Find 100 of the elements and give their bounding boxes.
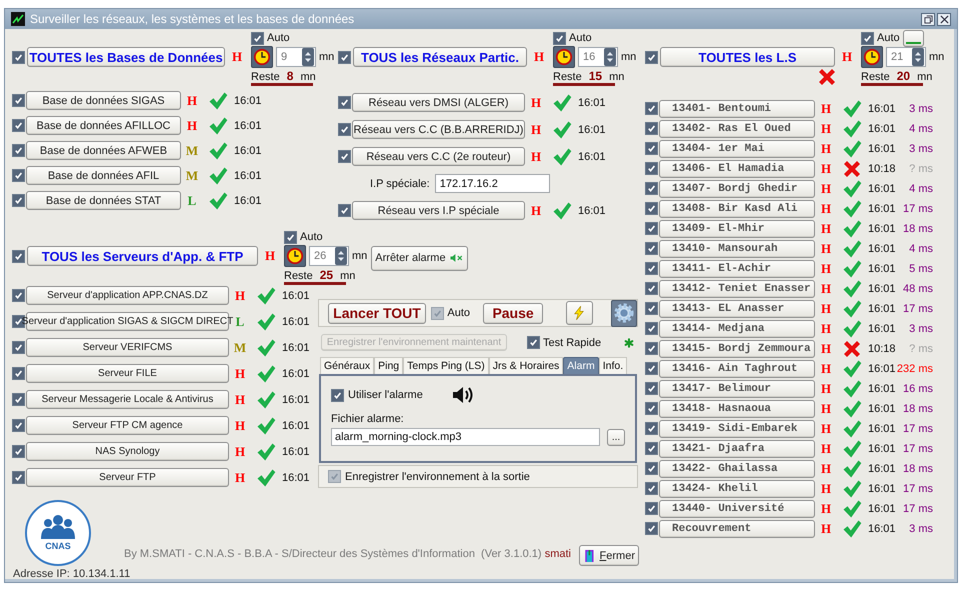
target-button[interactable]: 13418- Hasnaoua <box>659 400 815 418</box>
tab[interactable]: Info. <box>598 357 628 374</box>
checkbox[interactable] <box>12 50 25 64</box>
checkbox[interactable] <box>12 119 25 132</box>
lightning-button[interactable] <box>566 301 593 325</box>
tab[interactable]: Alarm <box>563 357 599 374</box>
target-button[interactable]: Base de données STAT <box>26 191 181 210</box>
checkbox[interactable] <box>338 204 351 217</box>
target-button[interactable]: 13419- Sidi-Embarek <box>659 420 815 438</box>
checkbox[interactable] <box>645 522 658 535</box>
checkbox[interactable] <box>12 367 25 380</box>
target-button[interactable]: Serveur Messagerie Locale & Antivirus <box>26 390 229 409</box>
target-button[interactable]: Recouvrement <box>659 520 815 538</box>
tab[interactable]: Temps Ping (LS) <box>403 357 489 374</box>
target-button[interactable]: 13406- El Hamadia <box>659 160 815 178</box>
target-button[interactable]: Serveur d'application APP.CNAS.DZ <box>26 286 229 305</box>
restore-button[interactable] <box>921 12 935 26</box>
checkbox[interactable] <box>284 230 297 244</box>
group-button[interactable]: TOUS les Serveurs d'App. & FTP <box>27 246 258 266</box>
checkbox[interactable] <box>645 242 658 255</box>
checkbox[interactable] <box>331 388 344 402</box>
checkbox[interactable] <box>645 182 658 195</box>
checkbox[interactable] <box>12 289 25 302</box>
checkbox[interactable] <box>12 250 25 262</box>
checkbox[interactable] <box>12 393 25 406</box>
ip-field[interactable]: 172.17.16.2 <box>434 174 550 193</box>
target-button[interactable]: 13412- Teniet Enasser <box>659 280 815 298</box>
spin-field[interactable]: 21 <box>886 47 926 67</box>
checkbox[interactable] <box>645 102 658 115</box>
target-button[interactable]: 13440- Université <box>659 500 815 518</box>
checkbox[interactable] <box>645 142 658 155</box>
target-button[interactable]: 13401- Bentoumi <box>659 100 815 118</box>
checkbox[interactable] <box>645 50 658 64</box>
checkbox[interactable] <box>645 482 658 495</box>
target-button[interactable]: 13410- Mansourah <box>659 240 815 258</box>
target-button[interactable]: Réseau vers DMSI (ALGER) <box>352 93 525 112</box>
checkbox[interactable] <box>645 502 658 515</box>
target-button[interactable]: Serveur FILE <box>26 364 229 383</box>
target-button[interactable]: 13417- Belimour <box>659 380 815 398</box>
browse-button[interactable]: ... <box>607 428 625 446</box>
pause-button[interactable]: Pause <box>483 302 543 324</box>
group-button[interactable]: TOUTES les Bases de Données <box>27 47 225 67</box>
launch-button[interactable]: Lancer TOUT <box>328 302 426 324</box>
target-button[interactable]: 13414- Medjana <box>659 320 815 338</box>
spin-field[interactable]: 26 <box>309 246 349 266</box>
target-button[interactable]: Base de données SIGAS <box>26 91 181 110</box>
target-button[interactable]: Base de données AFWEB <box>26 141 181 160</box>
target-button[interactable]: 13421- Djaafra <box>659 440 815 458</box>
target-button[interactable]: Serveur VERIFCMS <box>26 338 229 357</box>
checkbox[interactable] <box>12 169 25 182</box>
target-button[interactable]: 13411- El-Achir <box>659 260 815 278</box>
checkbox[interactable] <box>645 162 658 175</box>
checkbox[interactable] <box>338 150 351 163</box>
target-button[interactable]: Réseau vers C.C (2e routeur) <box>352 147 525 166</box>
target-button[interactable]: Base de données AFIL <box>26 166 181 185</box>
target-button[interactable]: Réseau vers I.P spéciale <box>352 201 525 220</box>
file-field[interactable]: alarm_morning-clock.mp3 <box>331 428 600 446</box>
checkbox[interactable] <box>645 422 658 435</box>
checkbox[interactable] <box>645 122 658 135</box>
checkbox[interactable] <box>645 442 658 455</box>
checkbox[interactable] <box>553 32 566 44</box>
checkbox[interactable] <box>645 222 658 235</box>
checkbox[interactable] <box>645 302 658 315</box>
checkbox[interactable] <box>338 96 351 109</box>
checkbox[interactable] <box>645 362 658 375</box>
checkbox[interactable] <box>12 194 25 207</box>
target-button[interactable]: 13408- Bir Kasd Ali <box>659 200 815 218</box>
target-button[interactable]: 13415- Bordj Zemmoura <box>659 340 815 358</box>
group-button[interactable]: TOUS les Réseaux Partic. <box>353 47 527 67</box>
settings-button[interactable] <box>610 300 637 326</box>
target-button[interactable]: 13402- Ras El Oued <box>659 120 815 138</box>
tab[interactable]: Généraux <box>320 357 374 374</box>
panel-button[interactable] <box>902 30 924 46</box>
target-button[interactable]: 13409- El-Mhir <box>659 220 815 238</box>
checkbox[interactable] <box>645 202 658 215</box>
clock-button[interactable] <box>251 46 273 68</box>
target-button[interactable]: Serveur FTP <box>26 468 229 487</box>
checkbox[interactable] <box>338 50 351 64</box>
close-button[interactable]: Fermer <box>579 545 639 566</box>
checkbox[interactable] <box>645 382 658 395</box>
checkbox[interactable] <box>12 419 25 432</box>
checkbox[interactable] <box>338 123 351 136</box>
target-button[interactable]: NAS Synology <box>26 442 229 461</box>
checkbox[interactable] <box>527 336 540 349</box>
checkbox[interactable] <box>645 402 658 415</box>
checkbox[interactable] <box>12 341 25 354</box>
checkbox[interactable] <box>12 445 25 458</box>
spin-field[interactable]: 16 <box>578 47 618 67</box>
group-button[interactable]: TOUTES les L.S <box>660 47 835 67</box>
target-button[interactable]: 13424- Khelil <box>659 480 815 498</box>
clock-button[interactable] <box>553 46 575 68</box>
target-button[interactable]: Serveur FTP CM agence <box>26 416 229 435</box>
checkbox[interactable] <box>645 322 658 335</box>
checkbox[interactable] <box>645 262 658 275</box>
tab[interactable]: Jrs & Horaires <box>488 357 564 374</box>
checkbox[interactable] <box>645 282 658 295</box>
checkbox[interactable] <box>12 471 25 484</box>
target-button[interactable]: 13416- Ain Taghrout <box>659 360 815 378</box>
checkbox[interactable] <box>251 32 264 44</box>
target-button[interactable]: 13413- EL Anasser <box>659 300 815 318</box>
